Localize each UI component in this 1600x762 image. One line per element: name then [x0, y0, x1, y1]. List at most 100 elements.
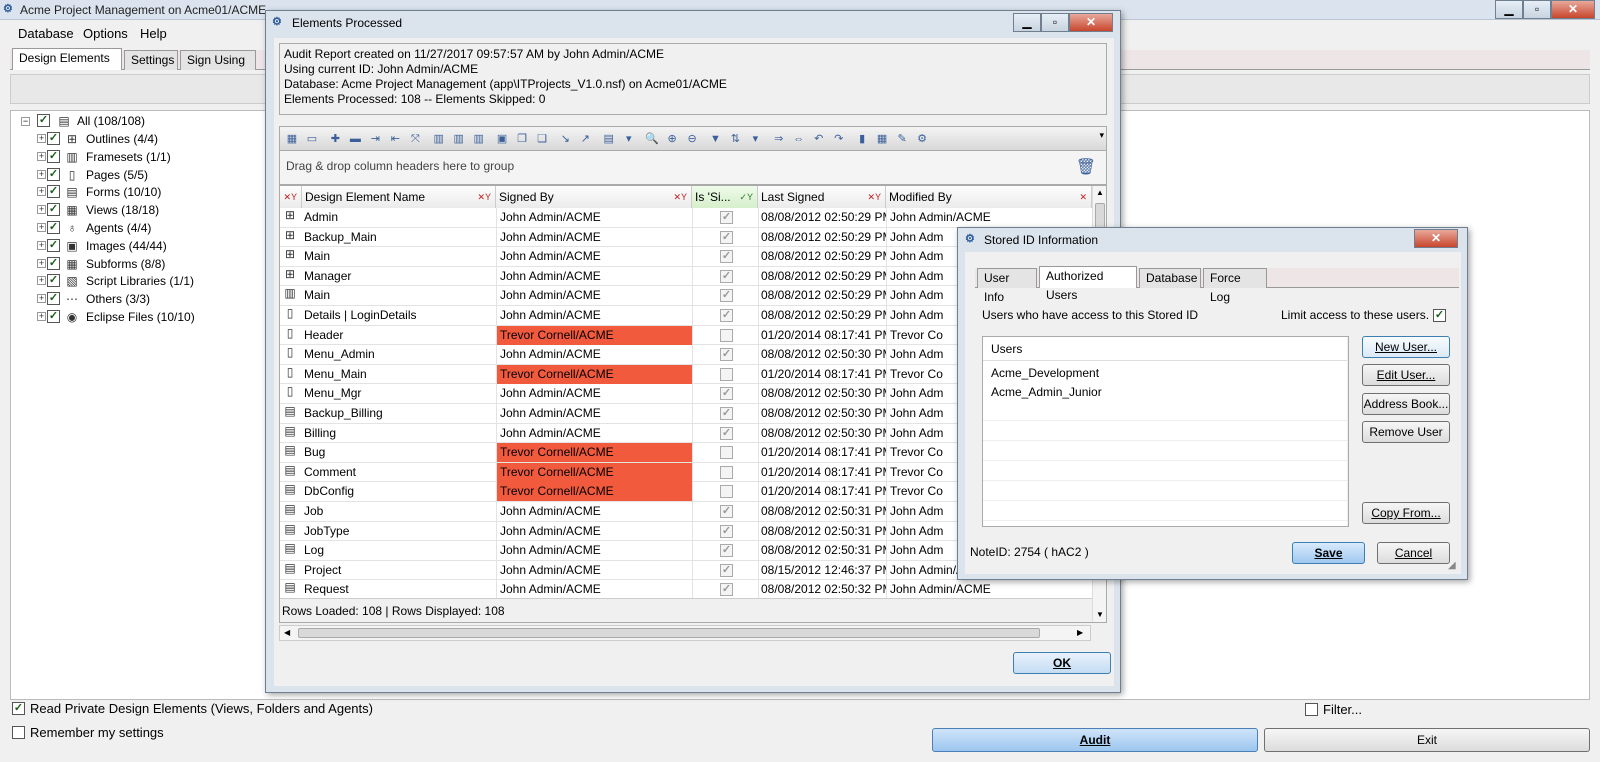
tree-item-checkbox[interactable]: ✓: [47, 185, 60, 199]
address-book-button[interactable]: Address Book...: [1362, 393, 1450, 415]
export-icon[interactable]: ▦: [283, 130, 301, 148]
fit-icon[interactable]: ⤧: [406, 130, 424, 148]
layout-dropdown-icon[interactable]: ▾: [620, 130, 638, 148]
table-row[interactable]: ▯ Details | LoginDetails John Admin/ACME ✓ 0…: [280, 306, 1070, 326]
undo-icon[interactable]: ↶: [810, 130, 828, 148]
stored-close-button[interactable]: ✕: [1414, 229, 1458, 248]
tree-item-checkbox[interactable]: ✓: [47, 310, 60, 323]
columns-icon[interactable]: ▥: [430, 130, 448, 148]
table-row[interactable]: ▤ Log John Admin/ACME ✓ 08/08/2012 02:50:31 …: [280, 541, 1070, 561]
expand-icon[interactable]: ✚: [326, 130, 344, 148]
zoom-icon[interactable]: 🔍: [643, 130, 661, 148]
tree-root-checkbox[interactable]: ✓: [37, 114, 50, 127]
col-indicator[interactable]: ✕Y: [280, 186, 302, 208]
outdent-icon[interactable]: ⇤: [386, 130, 404, 148]
tree-item-checkbox[interactable]: ✓: [47, 292, 60, 306]
table-row[interactable]: ▤ Backup_Billing John Admin/ACME ✓ 08/08/201…: [280, 404, 1070, 424]
col-modified-by[interactable]: Modified By ✕: [886, 186, 1092, 208]
list-item[interactable]: Acme_Development: [991, 364, 1341, 382]
expand-icon[interactable]: +: [37, 151, 46, 161]
import-icon[interactable]: ↘: [556, 130, 574, 148]
scroll-down-icon[interactable]: ▼: [1096, 610, 1104, 619]
col-design-element-name[interactable]: Design Element Name ✕Y: [302, 186, 496, 208]
processed-minimize-button[interactable]: ▁: [1013, 13, 1041, 32]
expand-icon[interactable]: +: [37, 134, 46, 143]
columns3-icon[interactable]: ▥: [470, 130, 488, 148]
edit-user-button[interactable]: Edit User...: [1362, 364, 1450, 386]
expand-icon[interactable]: +: [37, 187, 46, 197]
expand-icon[interactable]: +: [37, 276, 46, 286]
table-row[interactable]: ▤ Bug Trevor Cornell/ACME 01/20/2014 08:17:…: [280, 443, 1070, 463]
table-row[interactable]: ⊞ Manager John Admin/ACME ✓ 08/08/2012 02:50…: [280, 266, 1070, 287]
tab-settings[interactable]: Settings: [124, 50, 178, 70]
main-minimize-button[interactable]: ▁: [1495, 0, 1523, 19]
table-row[interactable]: ▤ JobType John Admin/ACME ✓ 08/08/2012 02:50…: [280, 521, 1070, 542]
move-icon[interactable]: ⇒: [770, 130, 788, 148]
table-row[interactable]: ⊞ Backup_Main John Admin/ACME ✓ 08/08/2012 0…: [280, 227, 1070, 248]
export-arrow-icon[interactable]: ↗: [576, 130, 594, 148]
table-row[interactable]: ▤ Comment Trevor Cornell/ACME 01/20/2014 08…: [280, 462, 1070, 483]
sort-icon[interactable]: ⇅: [726, 130, 744, 148]
table-row[interactable]: ▯ Menu_Main Trevor Cornell/ACME 01/20/2014 …: [280, 364, 1070, 385]
tree-item-checkbox[interactable]: ✓: [47, 203, 60, 217]
resize-grip-icon[interactable]: ◢: [1448, 560, 1456, 571]
select-icon[interactable]: ▣: [493, 130, 511, 148]
table-row[interactable]: ▤ Project John Admin/ACME ✓ 08/15/2012 12:46…: [280, 560, 1070, 581]
tab-design-elements[interactable]: Design Elements: [12, 48, 122, 70]
collapse-icon[interactable]: ▬: [346, 130, 364, 148]
tree-item-checkbox[interactable]: ✓: [47, 221, 60, 234]
limit-access-checkbox[interactable]: ✓: [1433, 309, 1446, 322]
expand-icon[interactable]: +: [37, 258, 46, 268]
table-row[interactable]: ▤ DbConfig Trevor Cornell/ACME 01/20/2014 0…: [280, 482, 1070, 502]
tab-force-log[interactable]: Force Log: [1203, 268, 1267, 304]
col-signed-by[interactable]: Signed By ✕Y: [496, 186, 692, 208]
note-icon[interactable]: ✎: [893, 130, 911, 148]
print-icon[interactable]: ▭: [303, 130, 321, 148]
list-item[interactable]: Acme_Admin_Junior: [991, 383, 1341, 401]
scroll-up-icon[interactable]: ▲: [1096, 188, 1104, 197]
main-close-button[interactable]: ✕: [1551, 0, 1595, 19]
expand-icon[interactable]: +: [37, 223, 46, 232]
redo-icon[interactable]: ↷: [830, 130, 848, 148]
chart-icon[interactable]: ▮: [853, 130, 871, 148]
menu-help[interactable]: Help: [140, 26, 167, 41]
tree-root-collapse[interactable]: −: [21, 117, 30, 126]
table-icon[interactable]: ▦: [873, 130, 891, 148]
table-row[interactable]: ▥ Main John Admin/ACME ✓ 08/08/2012 02:50:29…: [280, 286, 1070, 306]
tab-sign-using[interactable]: Sign Using: [180, 50, 256, 70]
resize-icon[interactable]: ⇔: [790, 130, 808, 148]
table-row[interactable]: ▤ Billing John Admin/ACME ✓ 08/08/2012 02:50…: [280, 423, 1070, 444]
tree-item-checkbox[interactable]: ✓: [47, 132, 60, 145]
paste-icon[interactable]: ❏: [533, 130, 551, 148]
main-maximize-button[interactable]: ▫: [1523, 0, 1551, 19]
processed-close-button[interactable]: ✕: [1069, 13, 1113, 32]
table-row[interactable]: ⊞ Main John Admin/ACME ✓ 08/08/2012 02:50:29…: [280, 247, 1070, 267]
save-button[interactable]: Save: [1292, 542, 1365, 564]
new-user-button[interactable]: New User...: [1362, 336, 1450, 358]
toolbar-overflow-icon[interactable]: ▾: [1099, 130, 1104, 141]
audit-button[interactable]: Audit: [932, 728, 1258, 752]
sort-dropdown-icon[interactable]: ▾: [746, 130, 764, 148]
col-last-signed[interactable]: Last Signed ✕Y: [758, 186, 886, 208]
tab-user-info[interactable]: User Info: [977, 268, 1037, 304]
tree-item-checkbox[interactable]: ✓: [47, 167, 60, 181]
horizontal-scroll-thumb[interactable]: [298, 628, 1040, 638]
columns2-icon[interactable]: ▥: [450, 130, 468, 148]
expand-icon[interactable]: +: [37, 240, 46, 250]
table-row[interactable]: ▯ Menu_Mgr John Admin/ACME ✓ 08/08/2012 02:5…: [280, 384, 1070, 404]
tab-database[interactable]: Database: [1139, 268, 1201, 288]
menu-database[interactable]: Database: [18, 26, 74, 41]
col-is-signed[interactable]: Is 'Si... ✓Y: [692, 186, 758, 208]
processed-maximize-button[interactable]: ▫: [1041, 13, 1069, 32]
users-list-header[interactable]: Users: [983, 337, 1348, 361]
table-row[interactable]: ▯ Menu_Admin John Admin/ACME ✓ 08/08/2012 02…: [280, 345, 1070, 365]
ok-button[interactable]: OK: [1013, 652, 1111, 674]
table-row[interactable]: ▯ Header Trevor Cornell/ACME 01/20/2014 08:…: [280, 325, 1070, 346]
table-row[interactable]: ▤ Request John Admin/ACME ✓ 08/08/2012 02:50…: [280, 580, 1070, 598]
tree-item-checkbox[interactable]: ✓: [47, 256, 60, 270]
exit-button[interactable]: Exit: [1264, 728, 1590, 752]
copy-icon[interactable]: ❐: [513, 130, 531, 148]
cancel-button[interactable]: Cancel: [1377, 542, 1450, 564]
tree-item-checkbox[interactable]: ✓: [47, 238, 60, 252]
menu-options[interactable]: Options: [83, 26, 128, 41]
